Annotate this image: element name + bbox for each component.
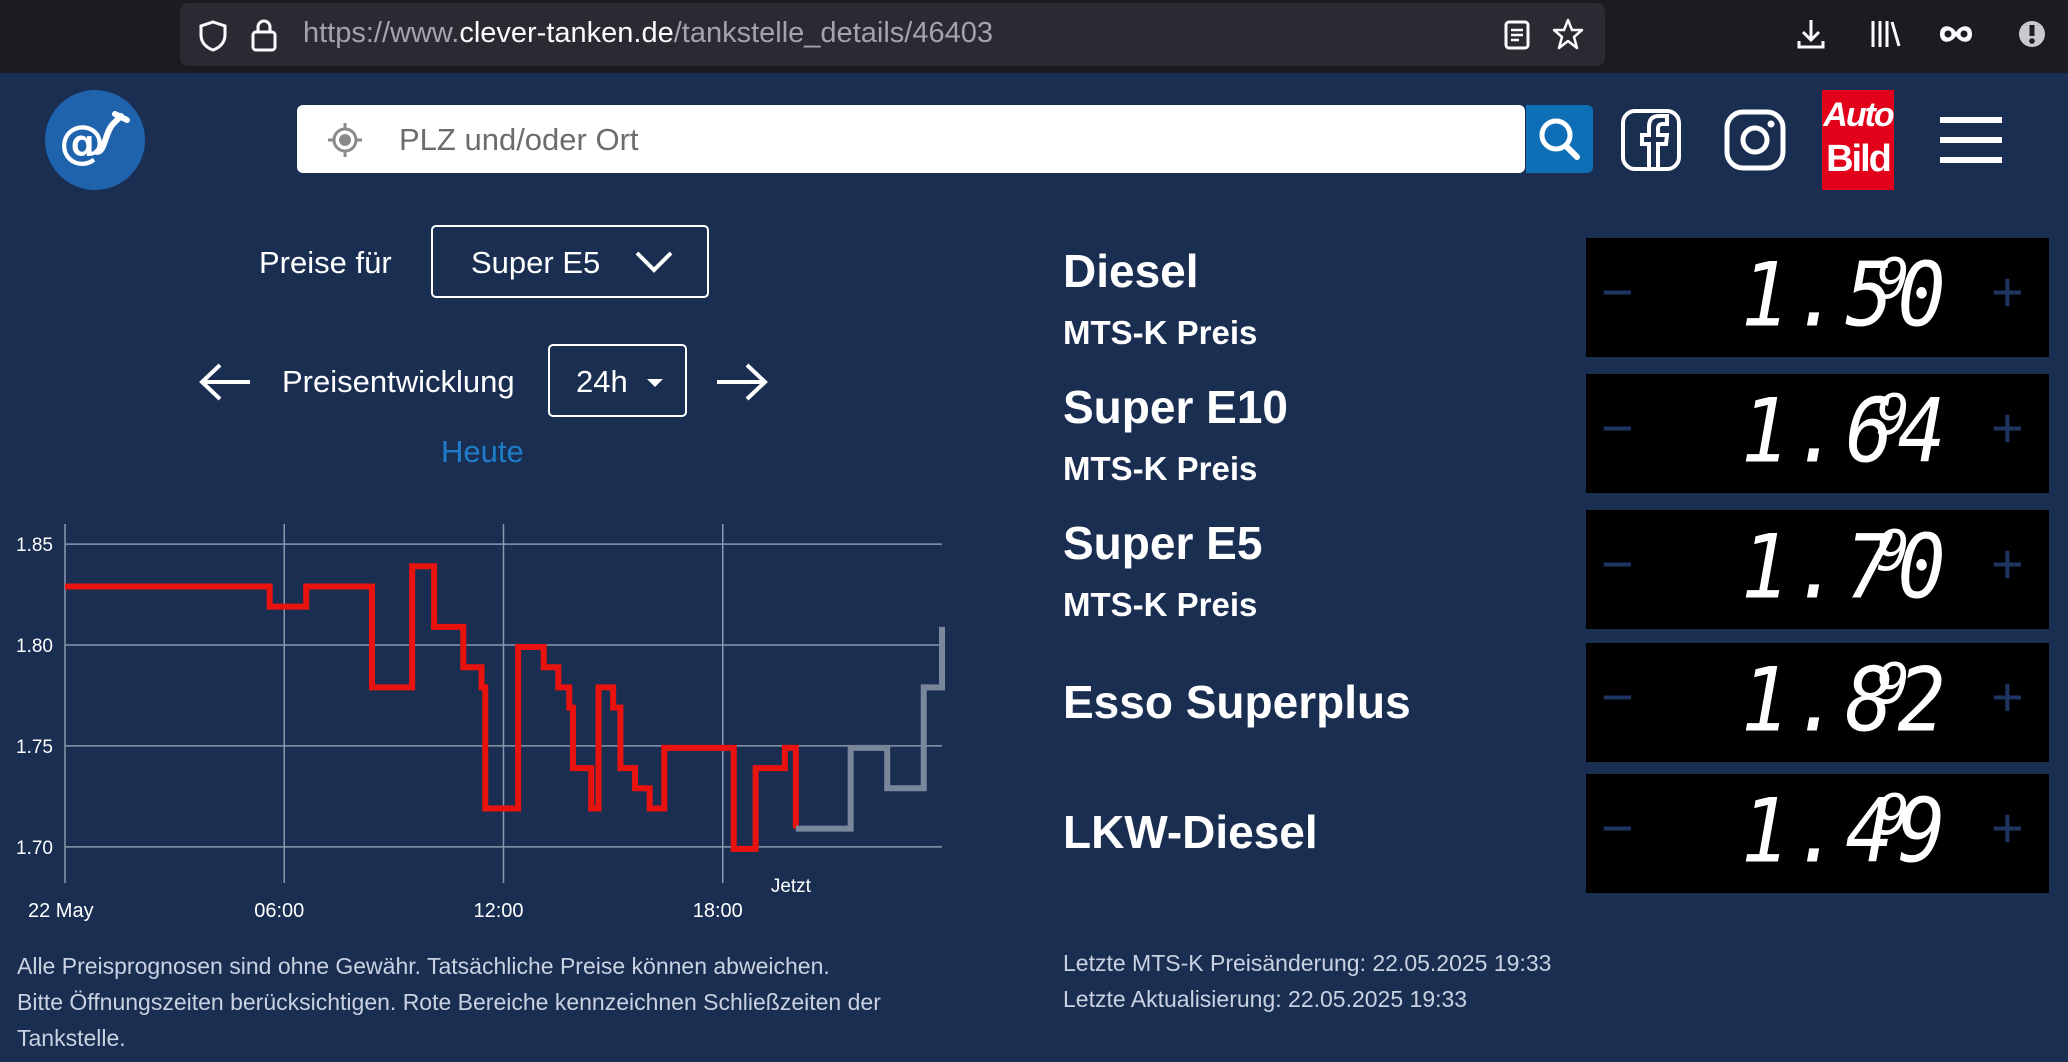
previous-period-arrow-icon[interactable] (198, 362, 252, 402)
caret-down-icon (647, 379, 663, 387)
svg-text:@: @ (59, 115, 105, 169)
disclaimer-line: Tankstelle. (17, 1025, 126, 1051)
next-period-arrow-icon[interactable] (715, 362, 769, 402)
price-source-label: MTS-K Preis (1063, 586, 1258, 623)
decrease-price-button[interactable]: − (1601, 400, 1634, 456)
price-trend-label: Preisentwicklung (282, 364, 515, 399)
facebook-icon[interactable] (1620, 108, 1682, 172)
site-logo[interactable]: @ (45, 90, 145, 190)
reader-view-icon[interactable] (1502, 19, 1532, 51)
fuel-name-esso-superplus: Esso Superplus (1063, 676, 1411, 728)
disclaimer: Alle Preisprognosen sind ohne Gewähr. Ta… (17, 948, 1017, 1056)
now-label: Jetzt (771, 876, 812, 897)
price-value: 1.82 (1741, 649, 1950, 752)
price-display: − 1.49 9 + (1586, 774, 2049, 893)
period-select[interactable]: 24h (548, 344, 687, 417)
price-series-line (65, 563, 799, 852)
decrease-price-button[interactable]: − (1601, 536, 1634, 592)
increase-price-button[interactable]: + (1991, 264, 2024, 320)
browser-toolbar: https://www.clever-tanken.de/tankstelle_… (0, 0, 2068, 73)
price-value: 1.49 (1741, 780, 1950, 883)
fuel-type-value: Super E5 (471, 245, 601, 280)
location-search (297, 105, 1525, 175)
period-value: 24h (576, 364, 628, 399)
private-mask-icon[interactable] (1937, 20, 1975, 48)
disclaimer-line: Alle Preisprognosen sind ohne Gewähr. Ta… (17, 953, 830, 979)
autobild-line2: Bild (1826, 138, 1892, 180)
price-display: − 1.50 9 + (1586, 238, 2049, 357)
instagram-icon[interactable] (1723, 108, 1787, 172)
price-display: − 1.64 9 + (1586, 374, 2049, 493)
disclaimer-line: Bitte Öffnungszeiten berücksichtigen. Ro… (17, 989, 881, 1015)
y-tick-label: 1.85 (16, 535, 53, 556)
last-update: Letzte Aktualisierung: 22.05.2025 19:33 (1063, 986, 1468, 1012)
decrease-price-button[interactable]: − (1601, 669, 1634, 725)
fuel-name-super-e5: Super E5 (1063, 517, 1263, 569)
x-tick-label: 06:00 (254, 900, 304, 922)
price-display: − 1.70 9 + (1586, 510, 2049, 629)
x-tick-label: 12:00 (474, 900, 524, 922)
price-tenth-digit: 9 (1876, 247, 1910, 312)
bookmark-star-icon[interactable] (1551, 17, 1585, 51)
y-tick-label: 1.70 (16, 838, 53, 859)
fuel-name-lkw-diesel: LKW-Diesel (1063, 806, 1318, 858)
prices-for-label: Preise für (259, 245, 392, 280)
price-history-chart: 1.70 1.75 1.80 1.85 22 May 06:00 12:00 18:00 Jet… (16, 524, 945, 922)
price-tenth-digit: 9 (1876, 652, 1910, 717)
price-tenth-digit: 9 (1876, 519, 1910, 584)
autobild-logo[interactable]: Auto Bild (1822, 90, 1895, 190)
x-tick-label: 18:00 (693, 900, 743, 922)
fuel-name-super-e10: Super E10 (1063, 381, 1288, 433)
download-icon[interactable] (1795, 17, 1827, 51)
autobild-line1: Auto (1823, 96, 1894, 134)
lock-icon[interactable] (249, 17, 279, 53)
y-tick-label: 1.75 (16, 737, 53, 758)
increase-price-button[interactable]: + (1991, 669, 2024, 725)
price-value: 1.64 (1741, 380, 1950, 483)
url-text[interactable]: https://www.clever-tanken.de/tankstelle_… (303, 17, 993, 50)
decrease-price-button[interactable]: − (1601, 264, 1634, 320)
today-label[interactable]: Heute (441, 434, 524, 470)
price-tenth-digit: 9 (1876, 783, 1910, 848)
library-icon[interactable] (1868, 17, 1902, 51)
decrease-price-button[interactable]: − (1601, 800, 1634, 856)
price-source-label: MTS-K Preis (1063, 314, 1258, 351)
x-tick-label: 22 May (28, 900, 94, 922)
y-tick-label: 1.80 (16, 636, 53, 657)
increase-price-button[interactable]: + (1991, 536, 2024, 592)
extension-icon[interactable] (2016, 18, 2048, 50)
increase-price-button[interactable]: + (1991, 800, 2024, 856)
fuel-nozzle-logo-icon: @ (59, 111, 130, 169)
shield-icon[interactable] (197, 19, 229, 53)
fuel-type-select[interactable]: Super E5 (431, 225, 709, 298)
hamburger-menu-icon[interactable] (1940, 115, 2002, 165)
search-button[interactable] (1526, 105, 1593, 173)
search-input[interactable] (397, 105, 1501, 175)
price-series-line (795, 626, 945, 832)
locate-me-icon[interactable] (327, 122, 363, 158)
fuel-name-diesel: Diesel (1063, 245, 1199, 297)
search-icon (1539, 118, 1580, 160)
price-tenth-digit: 9 (1876, 383, 1910, 448)
price-value: 1.50 (1741, 244, 1950, 347)
price-source-label: MTS-K Preis (1063, 450, 1258, 487)
price-display: − 1.82 9 + (1586, 643, 2049, 762)
chevron-down-icon (635, 251, 673, 273)
address-bar[interactable]: https://www.clever-tanken.de/tankstelle_… (180, 3, 1605, 66)
increase-price-button[interactable]: + (1991, 400, 2024, 456)
last-price-change: Letzte MTS-K Preisänderung: 22.05.2025 1… (1063, 950, 1552, 976)
price-value: 1.70 (1741, 516, 1950, 619)
update-info: Letzte MTS-K Preisänderung: 22.05.2025 1… (1063, 945, 1551, 1017)
